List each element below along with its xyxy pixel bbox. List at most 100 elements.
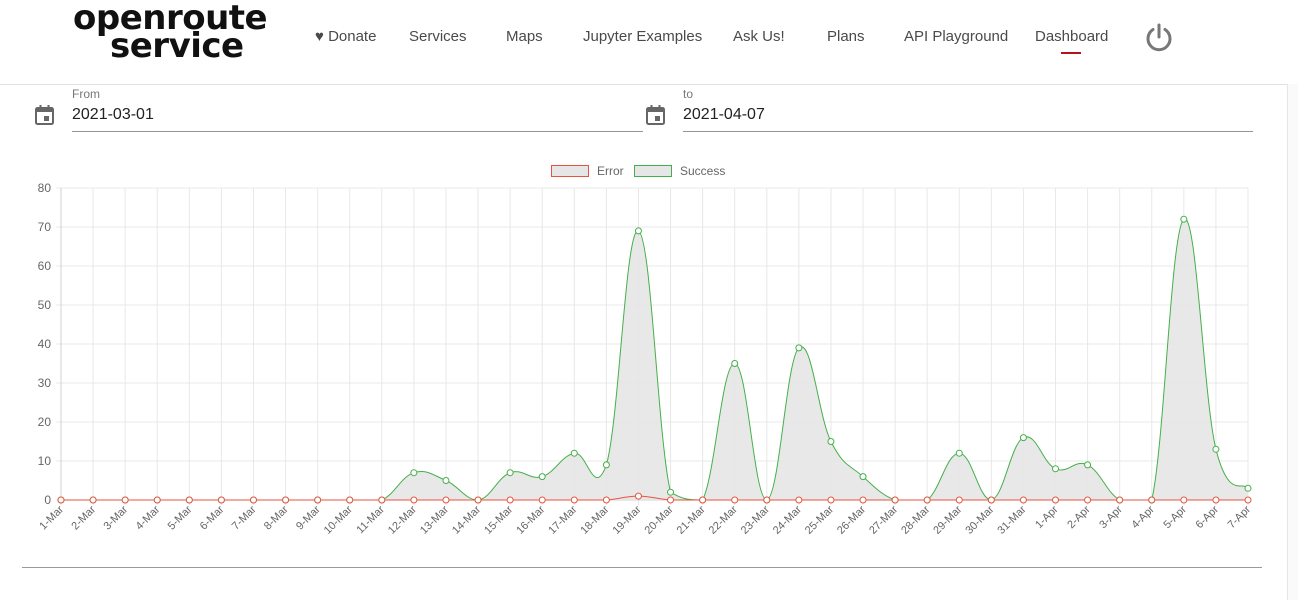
data-point-success bbox=[1052, 465, 1060, 473]
y-tick-label: 40 bbox=[38, 337, 52, 351]
data-point-error bbox=[57, 496, 65, 504]
data-point-error bbox=[442, 496, 450, 504]
x-tick-label: 23-Mar bbox=[739, 503, 772, 536]
y-tick-label: 70 bbox=[38, 220, 52, 234]
x-tick-label: 1-Apr bbox=[1033, 503, 1061, 531]
data-point-success bbox=[795, 344, 803, 352]
x-tick-label: 12-Mar bbox=[386, 503, 419, 536]
x-tick-label: 6-Mar bbox=[198, 503, 227, 532]
data-point-error bbox=[570, 496, 578, 504]
data-point-error bbox=[410, 496, 418, 504]
x-tick-label: 6-Apr bbox=[1194, 503, 1222, 531]
y-tick-label: 80 bbox=[38, 181, 52, 195]
data-point-success bbox=[955, 449, 963, 457]
x-tick-label: 3-Mar bbox=[101, 503, 130, 532]
data-point-error bbox=[1116, 496, 1124, 504]
y-tick-label: 10 bbox=[38, 454, 52, 468]
x-tick-label: 13-Mar bbox=[418, 503, 451, 536]
data-point-error bbox=[1180, 496, 1188, 504]
usage-chart: 0 10 20 30 40 50 60 70 80 1-Mar 2-Mar 3-Mar 4-Mar 5-M… bbox=[37, 181, 1253, 537]
x-tick-label: 10-Mar bbox=[322, 503, 355, 536]
x-tick-label: 18-Mar bbox=[578, 503, 611, 536]
x-tick-label: 4-Apr bbox=[1129, 503, 1157, 531]
x-tick-label: 30-Mar bbox=[963, 503, 996, 536]
x-tick-label: 4-Mar bbox=[134, 503, 163, 532]
data-point-error bbox=[827, 496, 835, 504]
data-point-success bbox=[506, 469, 514, 477]
data-point-error bbox=[1148, 496, 1156, 504]
x-tick-label: 29-Mar bbox=[931, 503, 964, 536]
data-point-error bbox=[506, 496, 514, 504]
y-tick-label: 20 bbox=[38, 415, 52, 429]
x-tick-label: 8-Mar bbox=[262, 503, 291, 532]
data-point-error bbox=[795, 496, 803, 504]
data-point-error bbox=[667, 496, 675, 504]
data-point-error bbox=[1084, 496, 1092, 504]
x-tick-label: 31-Mar bbox=[995, 503, 1028, 536]
x-tick-label: 22-Mar bbox=[707, 503, 740, 536]
data-point-error bbox=[185, 496, 193, 504]
data-point-error bbox=[538, 496, 546, 504]
y-tick-label: 60 bbox=[38, 259, 52, 273]
data-point-success bbox=[410, 469, 418, 477]
x-tick-label: 11-Mar bbox=[354, 503, 387, 536]
data-point-error bbox=[699, 496, 707, 504]
data-point-error bbox=[1212, 496, 1220, 504]
x-tick-label: 26-Mar bbox=[835, 503, 868, 536]
x-tick-label: 9-Mar bbox=[294, 503, 323, 532]
x-tick-label: 15-Mar bbox=[482, 503, 515, 536]
data-point-success bbox=[602, 461, 610, 469]
data-point-error bbox=[249, 496, 257, 504]
data-point-error bbox=[217, 496, 225, 504]
x-tick-label: 24-Mar bbox=[771, 503, 804, 536]
data-point-error bbox=[923, 496, 931, 504]
data-point-error bbox=[634, 492, 642, 500]
x-tick-label: 2-Mar bbox=[69, 503, 98, 532]
data-point-error bbox=[1019, 496, 1027, 504]
data-point-error bbox=[282, 496, 290, 504]
data-point-success bbox=[859, 473, 867, 481]
x-tick-label: 25-Mar bbox=[803, 503, 836, 536]
data-point-error bbox=[1244, 496, 1252, 504]
x-tick-label: 16-Mar bbox=[514, 503, 547, 536]
data-point-error bbox=[121, 496, 129, 504]
x-tick-label: 3-Apr bbox=[1097, 503, 1125, 531]
data-point-success bbox=[1180, 215, 1188, 223]
data-point-success bbox=[731, 360, 739, 367]
data-point-error bbox=[763, 496, 771, 504]
data-point-error bbox=[987, 496, 995, 504]
x-tick-label: 1-Mar bbox=[37, 503, 66, 532]
series-area-success bbox=[61, 218, 1248, 501]
data-point-success bbox=[667, 488, 675, 496]
data-point-error bbox=[731, 496, 739, 504]
data-point-success bbox=[1244, 484, 1252, 492]
data-point-error bbox=[153, 496, 161, 504]
x-tick-label: 19-Mar bbox=[610, 503, 643, 536]
x-tick-label: 5-Mar bbox=[166, 503, 195, 532]
x-tick-label: 28-Mar bbox=[899, 503, 932, 536]
data-point-error bbox=[474, 496, 482, 504]
x-tick-label: 7-Mar bbox=[230, 503, 259, 532]
y-tick-label: 30 bbox=[38, 376, 52, 390]
data-point-error bbox=[1052, 496, 1060, 504]
x-tick-label: 21-Mar bbox=[675, 503, 708, 536]
data-point-success bbox=[570, 449, 578, 457]
data-point-error bbox=[346, 496, 354, 504]
x-tick-label: 5-Apr bbox=[1161, 503, 1189, 531]
data-point-error bbox=[89, 496, 97, 504]
x-tick-label: 2-Apr bbox=[1065, 503, 1093, 531]
data-point-success bbox=[1019, 434, 1027, 442]
x-tick-label: 17-Mar bbox=[546, 503, 579, 536]
x-tick-label: 20-Mar bbox=[643, 503, 676, 536]
x-tick-label: 27-Mar bbox=[867, 503, 900, 536]
data-point-error bbox=[378, 496, 386, 504]
data-point-success bbox=[1084, 461, 1092, 469]
data-point-error bbox=[955, 496, 963, 504]
data-point-success bbox=[1212, 445, 1220, 453]
data-point-error bbox=[314, 496, 322, 504]
data-point-error bbox=[602, 496, 610, 504]
data-point-error bbox=[891, 496, 899, 504]
divider bbox=[22, 567, 1262, 568]
data-point-success bbox=[442, 477, 450, 484]
data-point-success bbox=[634, 227, 642, 235]
